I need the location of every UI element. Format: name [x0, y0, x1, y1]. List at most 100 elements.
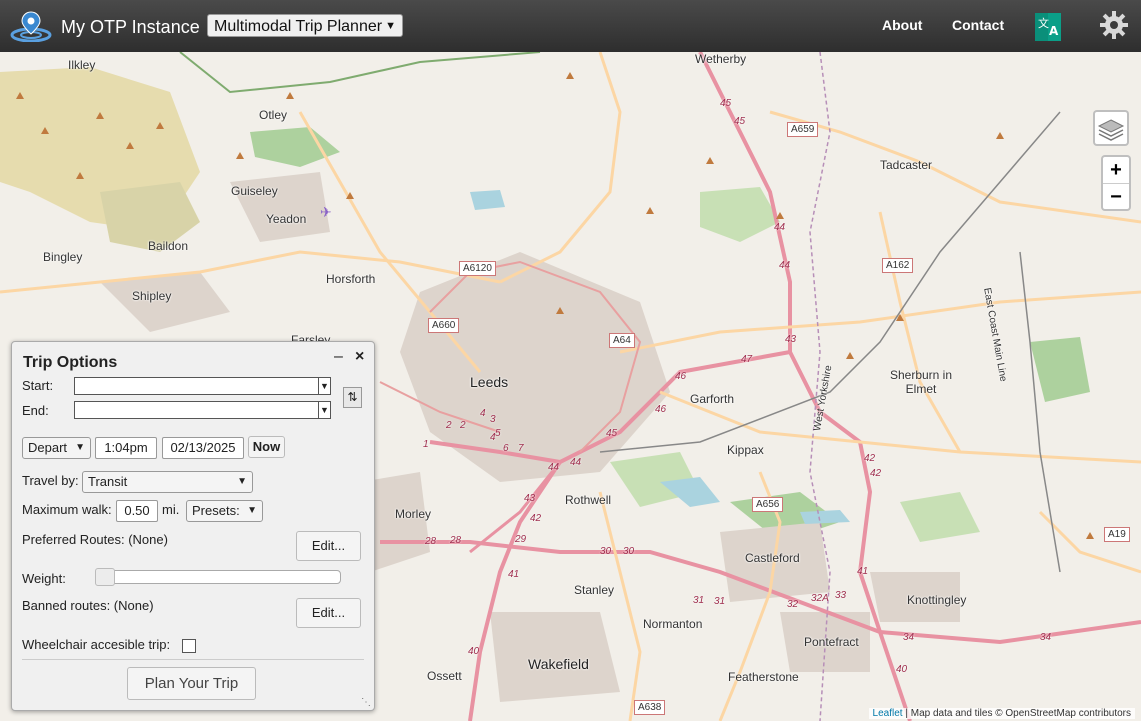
gear-icon[interactable] — [1099, 10, 1129, 40]
junction-label: 34 — [903, 632, 915, 643]
junction-label: 3 — [490, 414, 496, 425]
contact-link[interactable]: Contact — [952, 17, 1004, 33]
divider — [22, 659, 364, 660]
junction-label: 45 — [606, 428, 618, 439]
svg-text:✈: ✈ — [320, 205, 332, 221]
junction-label: 44 — [570, 457, 582, 468]
junction-label: 31 — [693, 595, 705, 606]
panel-title: Trip Options — [23, 354, 118, 371]
junction-label: 46 — [655, 404, 667, 415]
junction-label: 46 — [675, 371, 687, 382]
weight-slider-handle[interactable] — [95, 568, 115, 586]
end-dropdown-icon[interactable]: ▼ — [318, 401, 331, 419]
junction-label: 32A — [811, 593, 829, 604]
about-link[interactable]: About — [882, 17, 922, 33]
junction-label: 30 — [623, 546, 635, 557]
zoom-in-button[interactable]: + — [1103, 157, 1129, 184]
mode-select[interactable]: Multimodal Trip Planner ▼ — [207, 14, 403, 37]
weight-slider[interactable] — [95, 568, 341, 586]
wheelchair-checkbox[interactable] — [182, 639, 196, 653]
junction-label: 29 — [515, 534, 527, 545]
place-label: Wakefield — [528, 656, 589, 672]
plan-trip-button[interactable]: Plan Your Trip — [127, 667, 256, 700]
place-label: Kippax — [727, 443, 764, 457]
minimize-icon[interactable]: – — [334, 348, 343, 366]
junction-label: 41 — [508, 569, 520, 580]
svg-text:A: A — [1049, 24, 1059, 38]
chevron-down-icon: ▼ — [247, 505, 257, 516]
attribution-text: | Map data and tiles © OpenStreetMap con… — [902, 708, 1131, 719]
max-walk-input[interactable]: 0.50 — [116, 500, 158, 522]
place-label: Sherburn in Elmet — [889, 368, 953, 396]
road-badge: A656 — [752, 497, 784, 512]
close-icon[interactable]: × — [355, 348, 364, 366]
junction-label: 42 — [530, 513, 542, 524]
travel-by-select[interactable]: Transit ▼ — [82, 471, 253, 493]
top-bar: My OTP Instance Multimodal Trip Planner … — [0, 0, 1141, 52]
junction-label: 31 — [714, 596, 726, 607]
end-input[interactable] — [74, 401, 328, 419]
svg-text:文: 文 — [1038, 16, 1049, 30]
junction-label: 1 — [423, 439, 429, 450]
swap-icon: ⇅ — [347, 390, 358, 404]
road-badge: A19 — [1104, 527, 1130, 542]
leaflet-link[interactable]: Leaflet — [873, 708, 903, 719]
junction-label: 43 — [524, 493, 536, 504]
chevron-down-icon: ▼ — [385, 20, 396, 32]
junction-label: 44 — [774, 222, 786, 233]
preferred-routes-label: Preferred Routes: (None) — [22, 532, 168, 547]
zoom-out-button[interactable]: − — [1103, 184, 1129, 210]
place-label: Morley — [395, 507, 432, 521]
junction-label: 6 — [503, 443, 509, 454]
app-title: My OTP Instance — [61, 17, 200, 37]
junction-label: 40 — [468, 646, 480, 657]
place-label: Knottingley — [907, 593, 967, 607]
place-label: Otley — [259, 108, 288, 122]
depart-select[interactable]: Depart ▼ — [22, 437, 91, 459]
edit-preferred-button[interactable]: Edit... — [296, 531, 361, 561]
start-label: Start: — [22, 378, 54, 393]
road-badge: A659 — [787, 122, 819, 137]
start-input[interactable] — [74, 377, 328, 395]
junction-label: 43 — [785, 334, 797, 345]
edit-banned-button[interactable]: Edit... — [296, 598, 361, 628]
now-button[interactable]: Now — [248, 436, 285, 458]
time-input[interactable]: 1:04pm — [95, 437, 157, 459]
swap-button[interactable]: ⇅ — [343, 387, 362, 408]
place-label: Horsforth — [326, 272, 376, 286]
junction-label: 44 — [548, 462, 560, 473]
banned-routes-label: Banned routes: (None) — [22, 598, 154, 613]
junction-label: 32 — [787, 599, 799, 610]
zoom-control: + − — [1101, 155, 1131, 211]
place-label: Leeds — [470, 374, 509, 390]
travel-by-value: Transit — [88, 474, 128, 489]
junction-label: 28 — [425, 536, 437, 547]
date-input[interactable]: 02/13/2025 — [162, 437, 244, 459]
road-badge: A64 — [609, 333, 635, 348]
resize-handle-icon[interactable]: ⋱ — [361, 697, 371, 708]
presets-select[interactable]: Presets: ▼ — [186, 500, 263, 522]
junction-label: 30 — [600, 546, 612, 557]
otp-logo-icon — [10, 11, 52, 42]
language-icon[interactable]: 文 A — [1035, 13, 1061, 41]
road-badge: A660 — [428, 318, 460, 333]
road-badge: A162 — [882, 258, 914, 273]
place-label: Guiseley — [231, 184, 278, 198]
trip-options-panel: Trip Options – × Start: ▼ End: ▼ ⇅ Depar… — [11, 341, 375, 711]
junction-label: 47 — [741, 354, 753, 365]
chevron-down-icon: ▼ — [237, 476, 247, 487]
place-label: Yeadon — [266, 212, 307, 226]
place-label: Ilkley — [68, 58, 96, 72]
layers-icon — [1097, 119, 1125, 141]
junction-label: 33 — [835, 590, 847, 601]
junction-label: 45 — [720, 98, 732, 109]
layers-button[interactable] — [1093, 110, 1129, 146]
place-label: Shipley — [132, 289, 172, 303]
mode-select-value: Multimodal Trip Planner — [214, 18, 383, 35]
junction-label: 28 — [450, 535, 462, 546]
place-label: Normanton — [643, 617, 703, 631]
road-badge: A6120 — [459, 261, 496, 276]
start-dropdown-icon[interactable]: ▼ — [318, 377, 331, 395]
place-label: Featherstone — [728, 670, 799, 684]
junction-label: 40 — [896, 664, 908, 675]
